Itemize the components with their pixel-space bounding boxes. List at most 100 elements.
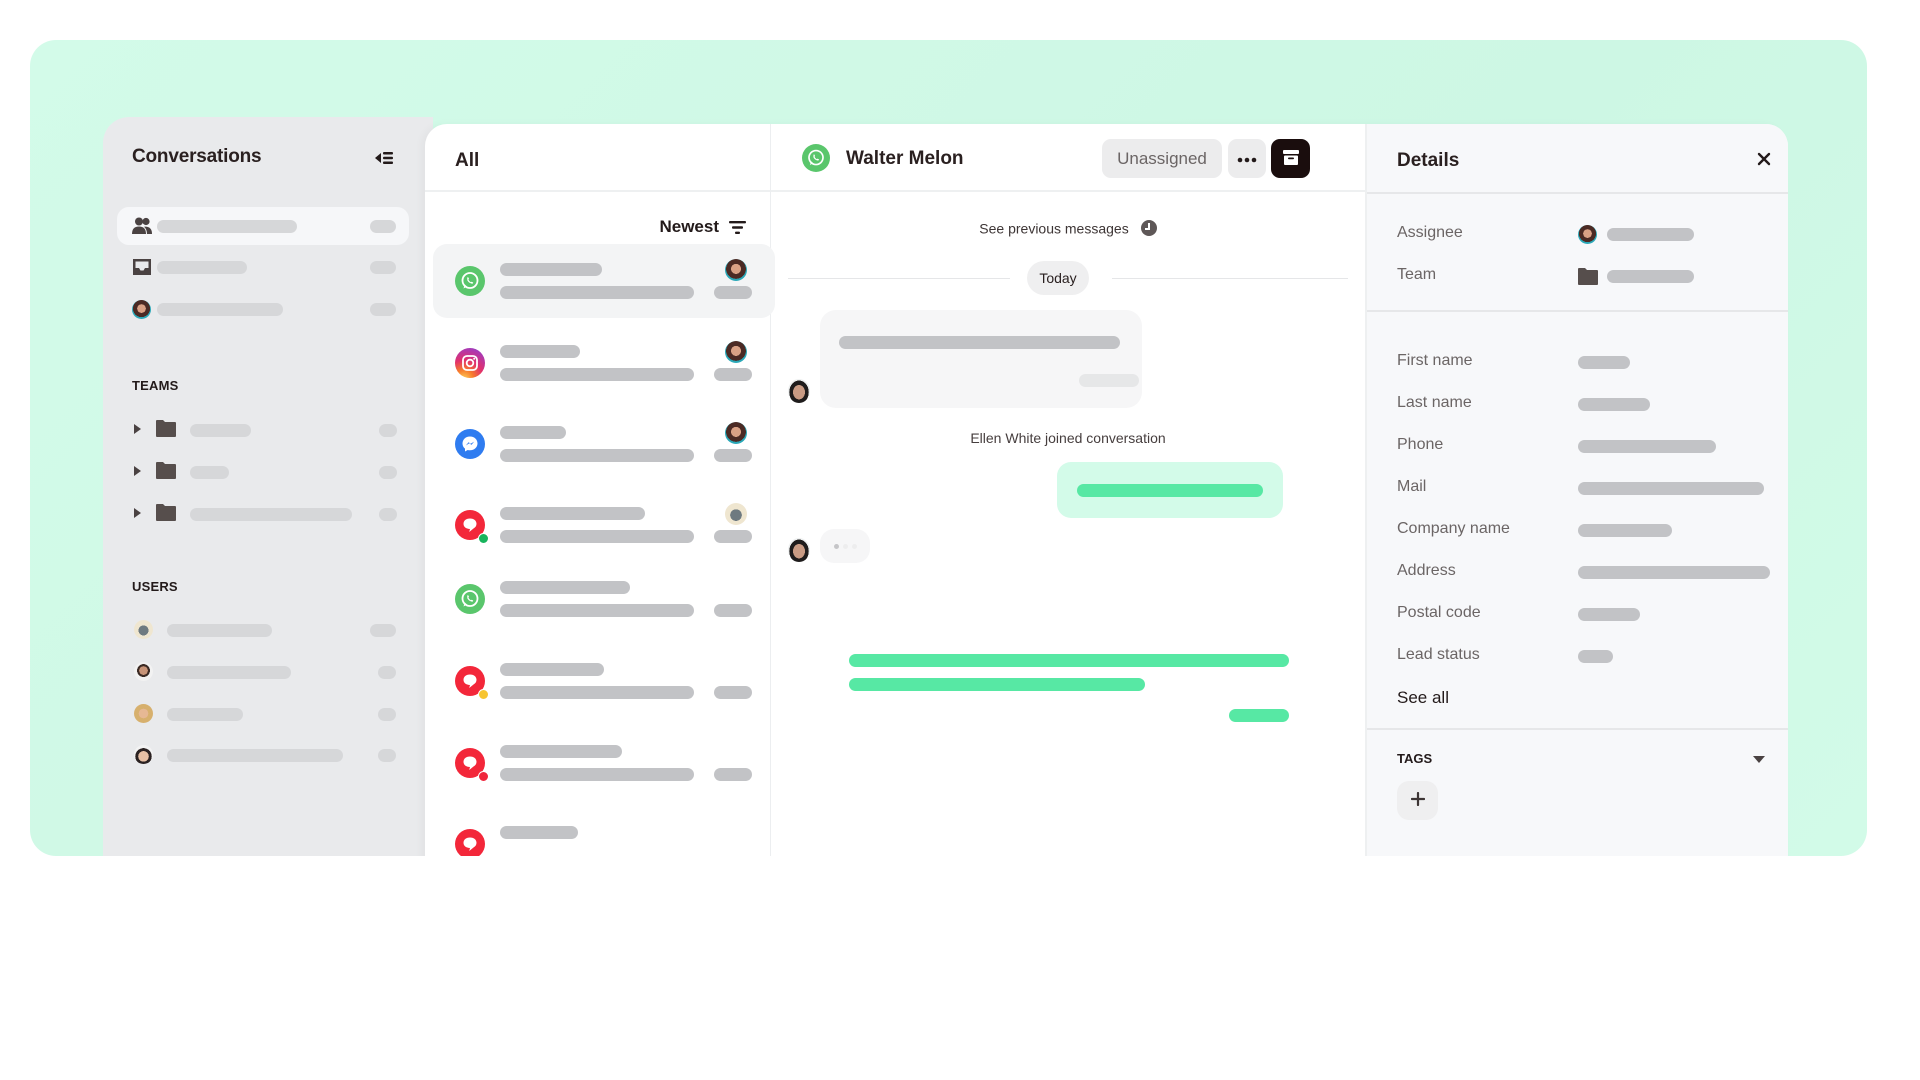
divider xyxy=(1367,310,1788,312)
sidebar-item-label xyxy=(157,220,297,233)
sort-dropdown[interactable]: Newest xyxy=(659,217,746,237)
field-value[interactable] xyxy=(1578,608,1640,621)
conversation-item[interactable] xyxy=(433,244,775,318)
see-all-link[interactable]: See all xyxy=(1397,688,1449,708)
conversation-contact xyxy=(500,426,566,439)
assign-button[interactable]: Unassigned xyxy=(1102,139,1222,178)
see-previous-label: See previous messages xyxy=(979,220,1129,237)
collapse-sidebar-icon[interactable] xyxy=(375,150,393,166)
filter-lines-icon xyxy=(729,220,746,234)
user-name xyxy=(167,708,243,721)
status-away-dot xyxy=(478,689,489,700)
field-value[interactable] xyxy=(1578,566,1770,579)
sidebar-item-inbox[interactable] xyxy=(117,248,409,286)
conversation-item[interactable] xyxy=(433,562,775,636)
conversation-item[interactable] xyxy=(433,644,775,718)
conversation-list: All Newest xyxy=(425,124,775,856)
team-item[interactable] xyxy=(129,460,399,484)
outgoing-message xyxy=(1057,462,1283,518)
more-horizontal-icon xyxy=(1237,157,1257,163)
incoming-message xyxy=(820,310,1142,408)
conversation-item[interactable] xyxy=(433,807,775,856)
user-item[interactable] xyxy=(132,702,402,726)
main-card: All Newest Walter Melon Unassigned See p… xyxy=(425,124,1788,856)
teams-heading: TEAMS xyxy=(132,378,179,393)
sidebar-title: Conversations xyxy=(132,146,262,167)
chat-panel: Walter Melon Unassigned See previous mes… xyxy=(771,124,1365,856)
archive-button[interactable] xyxy=(1271,139,1310,178)
user-count xyxy=(378,666,396,679)
app-window: Conversations TEAMS USERS All Newest Wal… xyxy=(103,117,1788,856)
conversation-preview xyxy=(500,604,694,617)
team-name xyxy=(190,466,229,479)
field-label-company-name: Company name xyxy=(1397,520,1510,537)
conversation-time xyxy=(714,368,752,381)
sidebar-item-label xyxy=(157,261,247,274)
tags-heading: TAGS xyxy=(1397,751,1433,766)
plus-icon xyxy=(1410,791,1425,807)
field-value[interactable] xyxy=(1578,524,1672,537)
whatsapp-icon xyxy=(802,144,830,172)
field-value[interactable] xyxy=(1578,356,1630,369)
conversation-time xyxy=(714,768,752,781)
outgoing-message-line xyxy=(849,654,1289,667)
typing-dot xyxy=(843,544,848,549)
day-divider-line xyxy=(1112,278,1348,279)
conversation-item[interactable] xyxy=(433,326,775,400)
sidebar-item-count xyxy=(370,220,396,233)
list-header: All xyxy=(425,124,770,192)
typing-indicator xyxy=(820,529,870,563)
conversation-item[interactable] xyxy=(433,407,775,481)
clock-icon xyxy=(1140,220,1157,237)
team-item[interactable] xyxy=(129,502,399,526)
field-value[interactable] xyxy=(1578,440,1716,453)
field-value[interactable] xyxy=(1578,482,1764,495)
close-icon[interactable] xyxy=(1755,150,1773,168)
field-label-mail: Mail xyxy=(1397,478,1427,495)
page-background: Conversations TEAMS USERS All Newest Wal… xyxy=(30,40,1867,856)
add-tag-button[interactable] xyxy=(1397,781,1438,820)
team-value[interactable] xyxy=(1607,270,1694,283)
conversation-preview xyxy=(500,686,694,699)
assignee-value[interactable] xyxy=(1607,228,1694,241)
chevron-down-icon[interactable] xyxy=(1753,756,1765,763)
user-count xyxy=(370,624,396,637)
user-item[interactable] xyxy=(132,743,402,767)
assignee-avatar xyxy=(725,503,747,525)
conversation-preview xyxy=(500,286,694,299)
contact-name: Walter Melon xyxy=(846,148,964,169)
sort-label: Newest xyxy=(659,217,719,236)
divider xyxy=(1367,192,1788,194)
expand-caret-icon[interactable] xyxy=(134,466,141,476)
user-avatar xyxy=(134,662,153,681)
sidebar-item-label xyxy=(157,303,283,316)
expand-caret-icon[interactable] xyxy=(134,508,141,518)
conversation-item[interactable] xyxy=(433,726,775,800)
archive-icon xyxy=(1282,149,1299,165)
user-avatar xyxy=(134,704,153,723)
conversation-item[interactable] xyxy=(433,488,775,562)
status-online-dot xyxy=(478,533,489,544)
folder-icon xyxy=(156,504,176,521)
more-options-button[interactable] xyxy=(1228,139,1266,178)
field-value[interactable] xyxy=(1578,398,1650,411)
user-item[interactable] xyxy=(132,660,402,684)
conversation-contact xyxy=(500,507,645,520)
message-text xyxy=(839,336,1120,349)
user-avatar xyxy=(134,745,153,764)
user-name xyxy=(167,666,291,679)
conversation-contact xyxy=(500,663,604,676)
field-label-address: Address xyxy=(1397,562,1456,579)
user-item[interactable] xyxy=(132,618,402,642)
assignee-avatar[interactable] xyxy=(1578,225,1597,244)
livechat-icon xyxy=(455,829,485,856)
field-value[interactable] xyxy=(1578,650,1613,663)
team-item[interactable] xyxy=(129,418,399,442)
conversation-time xyxy=(714,530,752,543)
see-previous-messages-link[interactable]: See previous messages xyxy=(771,219,1365,237)
sidebar-item-my-conversations[interactable] xyxy=(117,290,409,328)
sidebar-item-all-conversations[interactable] xyxy=(117,207,409,245)
field-label-postal-code: Postal code xyxy=(1397,604,1481,621)
users-icon xyxy=(132,217,152,234)
expand-caret-icon[interactable] xyxy=(134,424,141,434)
